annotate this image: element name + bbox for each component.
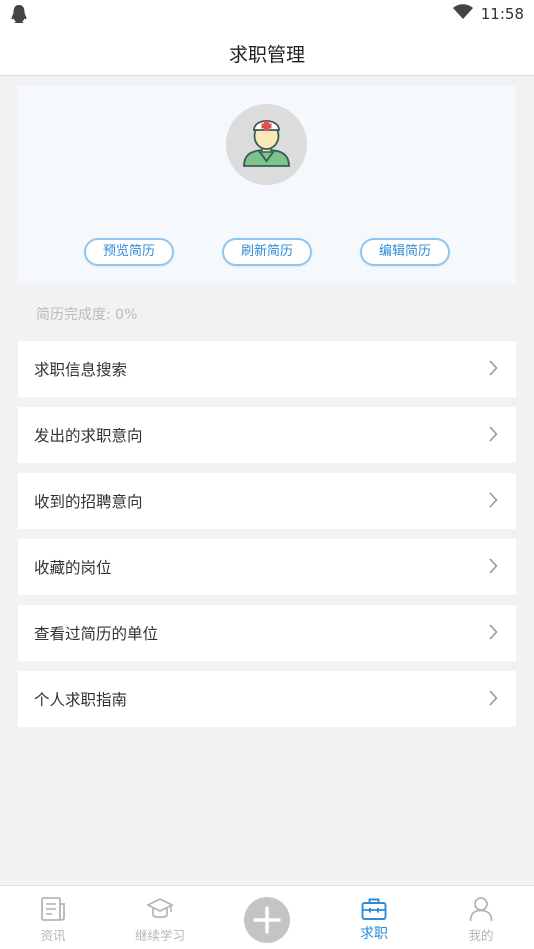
person-icon	[468, 896, 494, 922]
menu-item-saved-jobs[interactable]: 收藏的岗位	[18, 539, 516, 595]
edit-resume-button[interactable]: 编辑简历	[360, 238, 450, 266]
news-icon	[40, 896, 66, 922]
nav-label: 资讯	[40, 928, 66, 943]
chevron-right-icon	[488, 690, 498, 710]
profile-card: 预览简历 刷新简历 编辑简历	[18, 86, 516, 283]
preview-resume-button[interactable]: 预览简历	[84, 238, 174, 266]
doctor-avatar-icon	[243, 120, 290, 167]
chevron-right-icon	[488, 624, 498, 644]
menu-item-viewed-by-employers[interactable]: 查看过简历的单位	[18, 605, 516, 661]
menu-item-label: 收藏的岗位	[34, 559, 112, 577]
chevron-right-icon	[488, 360, 498, 380]
wifi-icon	[452, 4, 473, 24]
menu-item-label: 个人求职指南	[34, 691, 128, 709]
avatar[interactable]	[226, 104, 307, 185]
nav-label: 求职	[360, 926, 388, 942]
menu-item-received-offers[interactable]: 收到的招聘意向	[18, 473, 516, 529]
refresh-resume-button[interactable]: 刷新简历	[222, 238, 312, 266]
menu-item-label: 发出的求职意向	[34, 427, 143, 445]
title-bar: 求职管理	[0, 28, 534, 76]
chevron-right-icon	[488, 492, 498, 512]
menu-item-label: 查看过简历的单位	[34, 625, 159, 643]
menu-item-job-search[interactable]: 求职信息搜索	[18, 341, 516, 397]
briefcase-icon	[361, 896, 387, 922]
page-title: 求职管理	[228, 44, 305, 66]
nav-label: 我的	[468, 928, 494, 943]
menu-item-label: 求职信息搜索	[34, 361, 128, 379]
menu-item-sent-applications[interactable]: 发出的求职意向	[18, 407, 516, 463]
status-time: 11:58	[480, 5, 524, 23]
menu-item-label: 收到的招聘意向	[34, 493, 143, 511]
nav-item-continue-learning[interactable]: 继续学习	[120, 886, 200, 949]
menu-item-job-guide[interactable]: 个人求职指南	[18, 671, 516, 727]
graduation-cap-icon	[146, 896, 174, 922]
resume-completion-text: 简历完成度: 0%	[36, 307, 138, 323]
add-button[interactable]	[244, 897, 290, 943]
nav-item-job-seeking[interactable]: 求职	[334, 886, 414, 949]
status-bar: 11:58	[0, 0, 534, 28]
nav-label: 继续学习	[134, 928, 185, 943]
chevron-right-icon	[488, 558, 498, 578]
nav-item-news[interactable]: 资讯	[13, 886, 93, 949]
plus-icon	[253, 906, 281, 934]
nav-item-mine[interactable]: 我的	[441, 886, 521, 949]
bottom-nav: 资讯 继续学习 求职 我的	[0, 885, 534, 949]
chevron-right-icon	[488, 426, 498, 446]
qq-penguin-icon	[10, 4, 28, 28]
